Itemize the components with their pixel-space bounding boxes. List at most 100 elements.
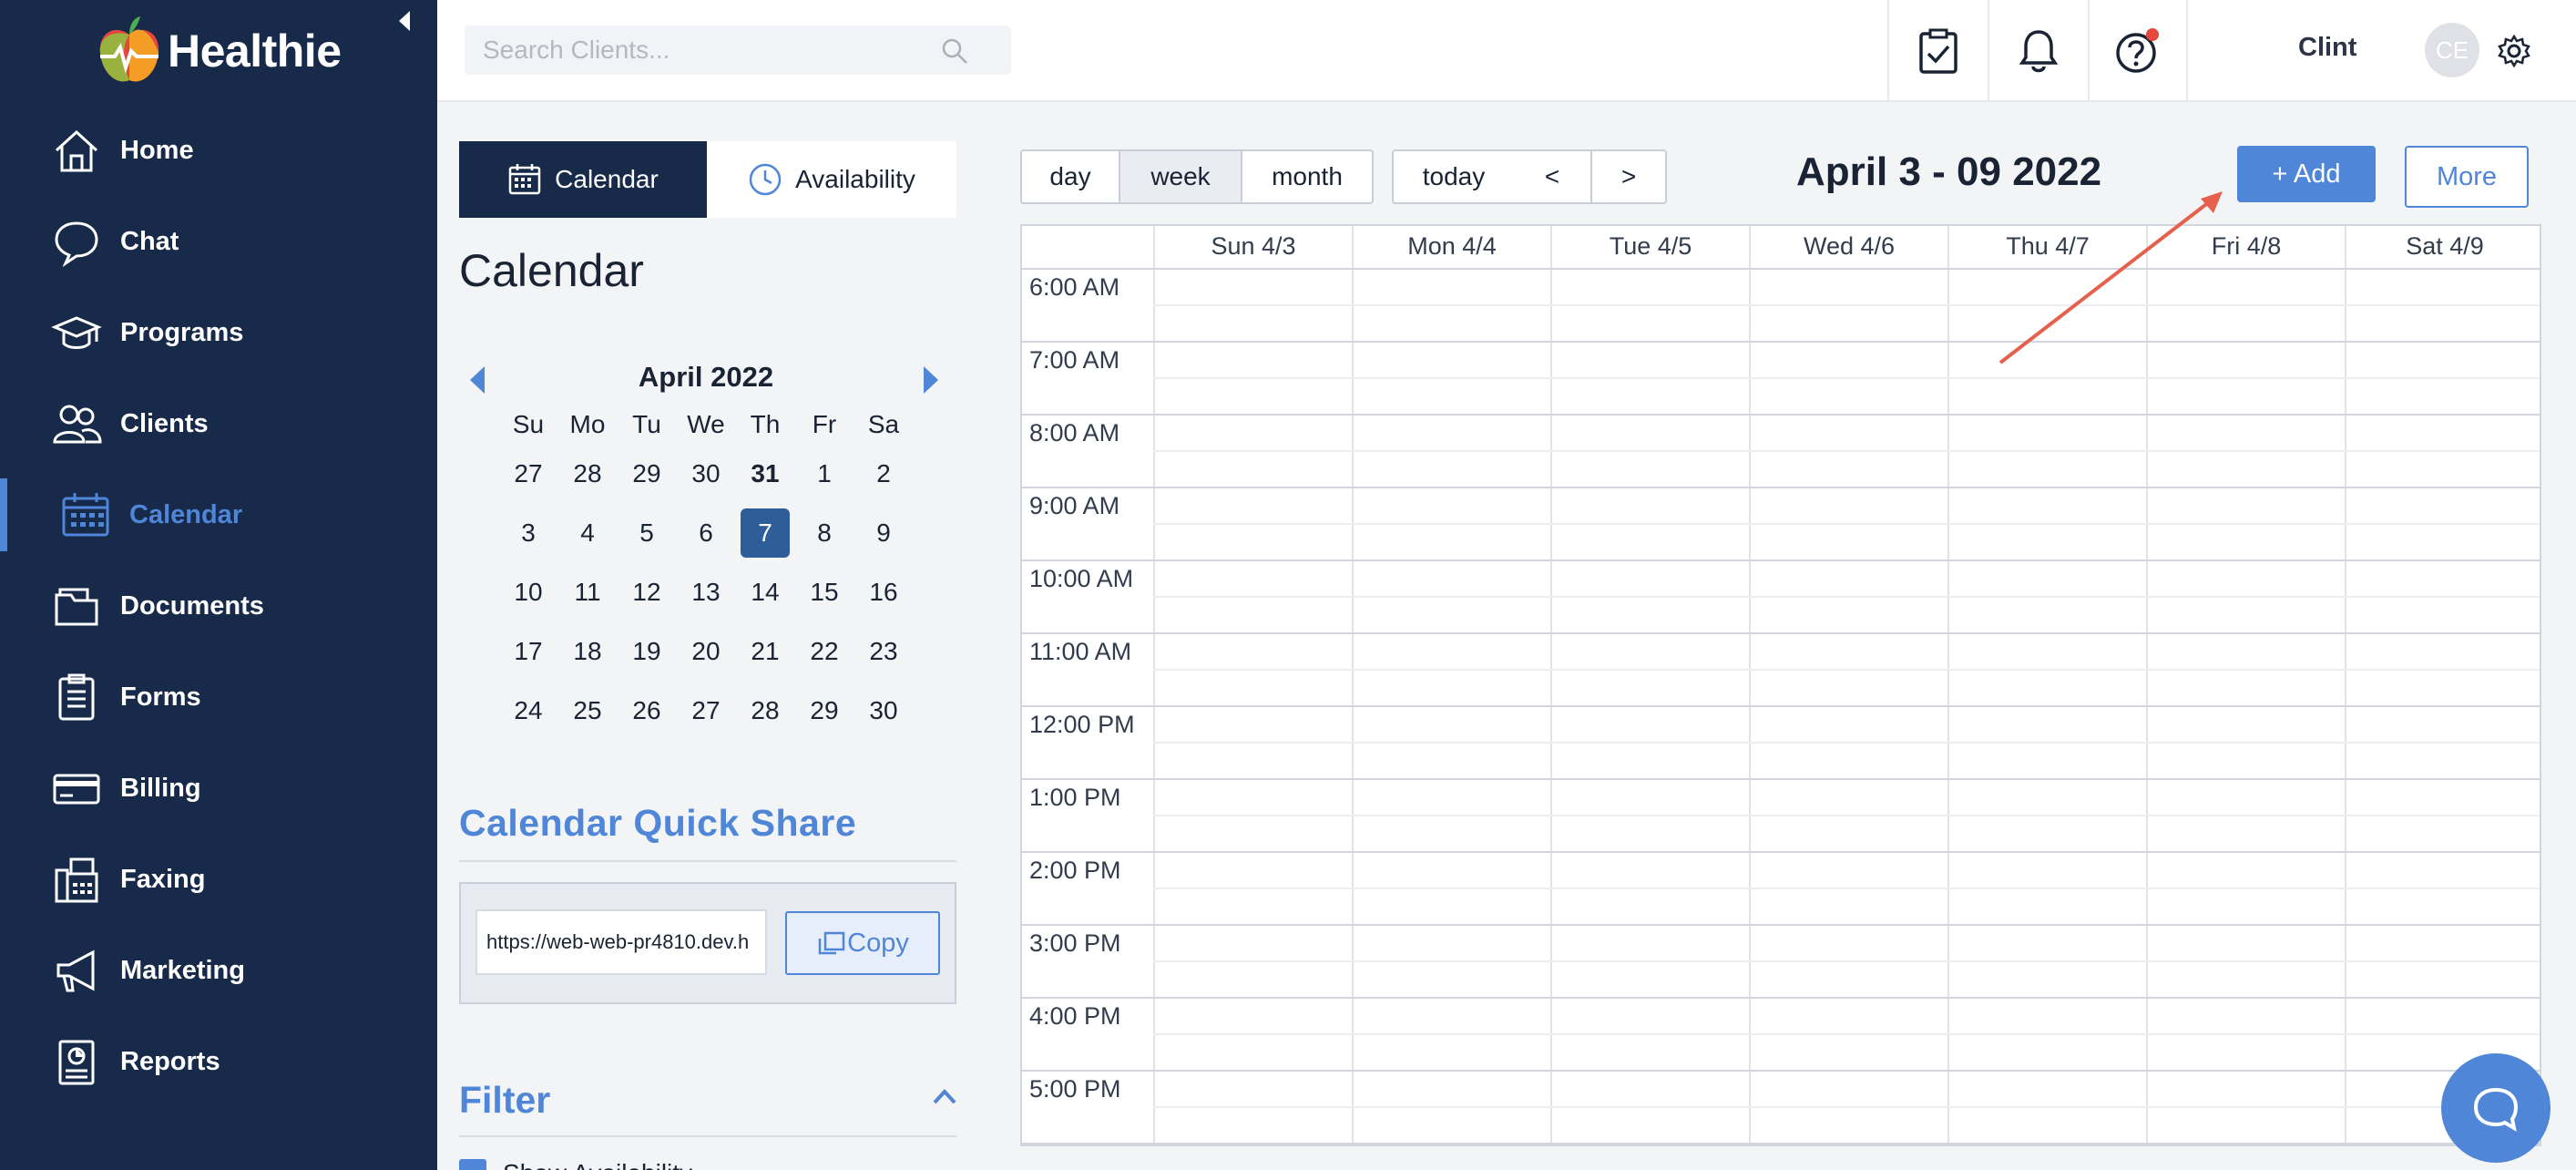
view-day-button[interactable]: day — [1020, 149, 1120, 204]
grid-row-line — [1022, 924, 2540, 926]
show-availability-checkbox[interactable] — [459, 1159, 486, 1170]
time-slot-label: 10:00 AM — [1029, 565, 1134, 592]
mini-calendar-day[interactable]: 17 — [504, 627, 553, 676]
mini-calendar-day[interactable]: 16 — [859, 568, 908, 617]
credit-card-icon — [53, 774, 100, 805]
day-column-header: Sat 4/9 — [2345, 226, 2540, 268]
share-url-field[interactable] — [475, 909, 767, 975]
user-name[interactable]: Clint — [2298, 33, 2356, 63]
search-icon[interactable] — [940, 36, 969, 66]
mini-calendar-day[interactable]: 30 — [681, 449, 731, 498]
mini-calendar-day[interactable]: 26 — [622, 686, 671, 735]
mini-calendar-day[interactable]: 27 — [504, 449, 553, 498]
mini-calendar-day[interactable]: 28 — [563, 449, 612, 498]
mini-calendar-day[interactable]: 10 — [504, 568, 553, 617]
mini-calendar-day[interactable]: 9 — [859, 508, 908, 558]
sidebar-item-programs[interactable]: Programs — [0, 296, 437, 369]
grid-column-line — [1749, 268, 1751, 1144]
tab-calendar[interactable]: Calendar — [459, 141, 707, 218]
sidebar-item-home[interactable]: Home — [0, 114, 437, 187]
sidebar-item-marketing[interactable]: Marketing — [0, 934, 437, 1007]
page-title: Calendar — [459, 245, 644, 296]
mini-calendar-day[interactable]: 8 — [800, 508, 849, 558]
day-column-header: Thu 4/7 — [1947, 226, 2146, 268]
search-box — [465, 26, 1011, 75]
time-slot-label: 8:00 AM — [1029, 419, 1120, 446]
quick-share-title: Calendar Quick Share — [459, 802, 857, 844]
grid-half-hour-line — [1153, 596, 2540, 598]
home-icon — [55, 129, 98, 172]
mini-calendar-day[interactable]: 28 — [741, 686, 790, 735]
divider — [459, 1135, 956, 1137]
notifications-button[interactable] — [1988, 0, 2088, 102]
mini-calendar-day[interactable]: 3 — [504, 508, 553, 558]
show-availability-label: Show Availability — [503, 1159, 692, 1170]
help-icon — [2116, 28, 2159, 73]
mini-calendar-day[interactable]: 13 — [681, 568, 731, 617]
mini-calendar-day[interactable]: 24 — [504, 686, 553, 735]
collapse-sidebar-icon[interactable] — [394, 7, 414, 35]
grid-column-line — [1550, 268, 1552, 1144]
sidebar-item-faxing[interactable]: Faxing — [0, 843, 437, 916]
prev-week-button[interactable]: < — [1514, 149, 1592, 204]
mini-calendar-day[interactable]: 31 — [741, 449, 790, 498]
healthie-logo[interactable]: Healthie — [97, 9, 342, 93]
mini-calendar-day[interactable]: 21 — [741, 627, 790, 676]
sidebar-item-forms[interactable]: Forms — [0, 661, 437, 734]
mini-calendar-day[interactable]: 29 — [800, 686, 849, 735]
today-button[interactable]: today — [1392, 149, 1516, 204]
view-month-label: month — [1272, 162, 1343, 190]
sidebar-item-chat[interactable]: Chat — [0, 205, 437, 278]
sidebar-item-billing[interactable]: Billing — [0, 752, 437, 825]
mini-calendar-day[interactable]: 6 — [681, 508, 731, 558]
mini-calendar-day[interactable]: 29 — [622, 449, 671, 498]
mini-calendar-day[interactable]: 2 — [859, 449, 908, 498]
sidebar-item-label: Faxing — [120, 864, 206, 894]
copy-button[interactable]: Copy — [785, 911, 940, 975]
mini-calendar-day[interactable]: 25 — [563, 686, 612, 735]
support-chat-button[interactable] — [2441, 1053, 2550, 1163]
sidebar-item-documents[interactable]: Documents — [0, 570, 437, 642]
mini-calendar-day[interactable]: 15 — [800, 568, 849, 617]
mini-calendar-day[interactable]: 27 — [681, 686, 731, 735]
mini-calendar-day[interactable]: 1 — [800, 449, 849, 498]
gear-icon[interactable] — [2496, 33, 2532, 69]
help-button[interactable] — [2088, 0, 2188, 102]
tab-availability[interactable]: Availability — [707, 141, 956, 218]
grid-column-line — [2345, 268, 2346, 1144]
mini-calendar-day[interactable]: 12 — [622, 568, 671, 617]
mini-calendar-day[interactable]: 22 — [800, 627, 849, 676]
mini-calendar-day[interactable]: 20 — [681, 627, 731, 676]
view-week-button[interactable]: week — [1120, 149, 1242, 204]
date-range-title: April 3 - 09 2022 — [1796, 149, 2102, 194]
week-grid[interactable]: Sun 4/3 Mon 4/4 Tue 4/5 Wed 4/6 Thu 4/7 Fri 4… — [1020, 224, 2541, 1146]
grid-half-hour-line — [1153, 450, 2540, 452]
time-slot-label: 5:00 PM — [1029, 1075, 1121, 1103]
avatar-initials: CE — [2435, 36, 2469, 64]
mini-calendar-day[interactable]: 7 — [741, 508, 790, 558]
tasks-button[interactable] — [1887, 0, 1988, 102]
mini-calendar-day[interactable]: 14 — [741, 568, 790, 617]
mini-calendar-day[interactable]: 11 — [563, 568, 612, 617]
avatar[interactable]: CE — [2425, 23, 2479, 77]
search-input[interactable] — [465, 36, 938, 65]
mini-calendar-day[interactable]: 19 — [622, 627, 671, 676]
prev-month-icon[interactable] — [468, 364, 486, 395]
mini-calendar-day[interactable]: 30 — [859, 686, 908, 735]
mini-calendar-day[interactable]: 18 — [563, 627, 612, 676]
more-button[interactable]: More — [2405, 146, 2529, 208]
sidebar-item-calendar[interactable]: Calendar — [0, 478, 437, 551]
mini-calendar-day[interactable]: 5 — [622, 508, 671, 558]
sidebar-item-clients[interactable]: Clients — [0, 387, 437, 460]
mini-calendar-day[interactable]: 4 — [563, 508, 612, 558]
grid-row-line — [1022, 1070, 2540, 1072]
sidebar-item-label: Clients — [120, 408, 209, 438]
next-week-button[interactable]: > — [1590, 149, 1667, 204]
view-month-button[interactable]: month — [1241, 149, 1374, 204]
mini-calendar-day[interactable]: 23 — [859, 627, 908, 676]
copy-button-label: Copy — [847, 928, 909, 958]
next-month-icon[interactable] — [922, 364, 940, 395]
chevron-up-icon[interactable] — [931, 1086, 958, 1108]
sidebar-item-reports[interactable]: Reports — [0, 1025, 437, 1098]
add-appointment-button[interactable]: + Add — [2237, 146, 2376, 202]
